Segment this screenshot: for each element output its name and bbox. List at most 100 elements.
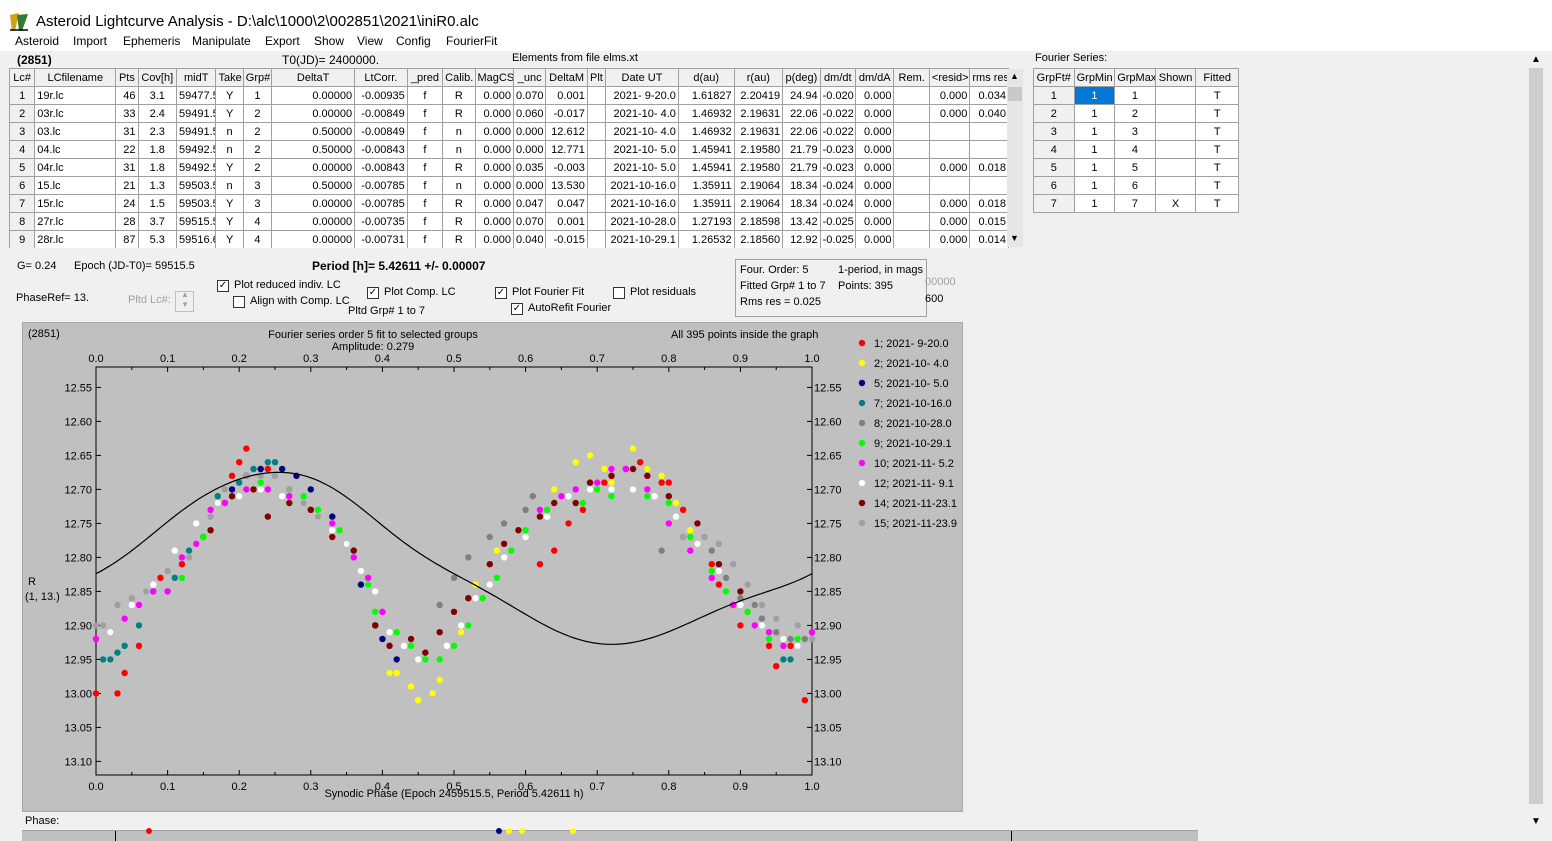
lightcurve-svg[interactable]: (2851) Fourier series order 5 fit to sele… bbox=[23, 323, 962, 811]
lc-cell[interactable]: 21.79 bbox=[782, 158, 821, 177]
lc-cell[interactable]: 0.000 bbox=[855, 122, 895, 141]
fourier-table-row[interactable]: 414 T bbox=[1033, 140, 1239, 159]
spinner-down-icon[interactable]: ▼ bbox=[181, 300, 189, 309]
lc-cell[interactable]: -0.023 bbox=[819, 140, 857, 159]
lc-cell[interactable]: 28r.lc bbox=[34, 230, 117, 248]
fourier-cell[interactable] bbox=[1154, 104, 1197, 123]
lc-cell[interactable]: 0.000 bbox=[855, 194, 895, 213]
lc-cell[interactable]: 2021-10- 5.0 bbox=[605, 140, 679, 159]
lc-cell[interactable]: 1.8 bbox=[137, 158, 177, 177]
lc-cell[interactable]: 28 bbox=[115, 212, 139, 231]
lc-cell[interactable]: 0.00000 bbox=[271, 194, 356, 213]
align-comp-checkbox[interactable] bbox=[233, 296, 245, 308]
fourier-cell[interactable]: T bbox=[1195, 86, 1239, 105]
lc-cell[interactable]: 59492.5 bbox=[175, 140, 217, 159]
lc-cell[interactable]: n bbox=[442, 176, 476, 195]
lc-cell[interactable]: 0.000 bbox=[474, 230, 514, 248]
lc-cell[interactable] bbox=[893, 86, 930, 105]
lc-cell[interactable]: 12.771 bbox=[545, 140, 588, 159]
fourier-cell[interactable] bbox=[1154, 140, 1197, 159]
window-scroll-up-icon[interactable]: ▲ bbox=[1531, 54, 1541, 65]
lc-cell[interactable]: 0.060 bbox=[512, 104, 547, 123]
menu-manipulate[interactable]: Manipulate bbox=[192, 33, 251, 50]
scroll-up-arrow-icon[interactable]: ▲ bbox=[1010, 71, 1019, 81]
lc-cell[interactable]: R bbox=[442, 212, 476, 231]
lc-cell[interactable] bbox=[586, 86, 607, 105]
lc-cell[interactable]: 2.4 bbox=[137, 104, 177, 123]
lc-cell[interactable]: 1 bbox=[242, 86, 273, 105]
lc-cell[interactable]: 15r.lc bbox=[34, 194, 117, 213]
fourier-cell[interactable]: 1 bbox=[1033, 86, 1075, 105]
lc-cell[interactable]: 2 bbox=[242, 140, 273, 159]
lc-cell[interactable]: 1.27193 bbox=[677, 212, 735, 231]
lc-cell[interactable]: Y bbox=[215, 194, 244, 213]
lc-cell[interactable]: 0.034 bbox=[969, 86, 1009, 105]
lc-cell[interactable]: 8 bbox=[9, 212, 36, 231]
lc-col-header[interactable]: Rem. bbox=[893, 68, 930, 87]
lc-cell[interactable]: 1.46932 bbox=[677, 122, 735, 141]
lc-cell[interactable]: 13.530 bbox=[545, 176, 588, 195]
lc-col-header[interactable]: Date UT bbox=[605, 68, 679, 87]
lc-cell[interactable]: -0.025 bbox=[819, 212, 857, 231]
lc-cell[interactable]: 31 bbox=[115, 122, 139, 141]
lc-cell[interactable]: f bbox=[406, 230, 444, 248]
fourier-cell[interactable]: T bbox=[1195, 122, 1239, 141]
lc-cell[interactable]: 1.26532 bbox=[677, 230, 735, 248]
fourier-cell[interactable]: 4 bbox=[1114, 140, 1156, 159]
lc-cell[interactable]: 2021-10-28.0 bbox=[605, 212, 679, 231]
lc-cell[interactable]: 2 bbox=[9, 104, 36, 123]
fourier-cell[interactable]: 1 bbox=[1073, 122, 1116, 141]
lc-cell[interactable]: 4 bbox=[242, 212, 273, 231]
lc-cell[interactable]: 21.79 bbox=[782, 140, 821, 159]
lc-cell[interactable] bbox=[928, 122, 971, 141]
lc-col-header[interactable]: Calib. bbox=[442, 68, 476, 87]
lc-cell[interactable]: f bbox=[406, 86, 444, 105]
lc-cell[interactable]: 12.612 bbox=[545, 122, 588, 141]
lc-table-row[interactable]: 7 15r.lc 24 1.5 59503.5 Y 3 0.00000 -0.00785 f R 0.… bbox=[9, 194, 1009, 213]
lc-cell[interactable]: 3 bbox=[242, 176, 273, 195]
lc-cell[interactable]: 3.1 bbox=[137, 86, 177, 105]
fourier-cell[interactable]: 1 bbox=[1073, 86, 1116, 105]
lc-cell[interactable] bbox=[928, 176, 971, 195]
lc-col-header[interactable]: _unc bbox=[512, 68, 547, 87]
lc-cell[interactable]: 1.3 bbox=[137, 176, 177, 195]
lc-cell[interactable]: n bbox=[215, 140, 244, 159]
menu-fourierfit[interactable]: FourierFit bbox=[446, 33, 497, 50]
lc-cell[interactable]: 0.000 bbox=[928, 86, 971, 105]
lc-cell[interactable]: -0.023 bbox=[819, 158, 857, 177]
lc-cell[interactable]: -0.00843 bbox=[354, 140, 408, 159]
lc-cell[interactable]: 59491.5 bbox=[175, 104, 217, 123]
lc-cell[interactable]: 0.000 bbox=[855, 158, 895, 177]
lc-cell[interactable]: 4 bbox=[9, 140, 36, 159]
lc-cell[interactable] bbox=[586, 158, 607, 177]
lc-cell[interactable]: 0.00000 bbox=[271, 86, 356, 105]
lc-cell[interactable]: 03r.lc bbox=[34, 104, 117, 123]
lc-cell[interactable]: 0.018 bbox=[969, 194, 1009, 213]
lc-cell[interactable]: 03.lc bbox=[34, 122, 117, 141]
lc-cell[interactable]: 31 bbox=[115, 158, 139, 177]
lc-cell[interactable]: -0.00849 bbox=[354, 104, 408, 123]
fourier-cell[interactable]: 1 bbox=[1073, 194, 1116, 213]
lc-col-header[interactable]: LCfilename bbox=[34, 68, 117, 87]
fourier-cell[interactable]: T bbox=[1195, 176, 1239, 195]
lc-cell[interactable]: 0.50000 bbox=[271, 176, 356, 195]
window-scroll-thumb[interactable] bbox=[1529, 68, 1543, 804]
lc-cell[interactable]: 59503.5 bbox=[175, 176, 217, 195]
lc-cell[interactable] bbox=[928, 140, 971, 159]
lc-cell[interactable]: 0.000 bbox=[928, 104, 971, 123]
lc-cell[interactable]: R bbox=[442, 230, 476, 248]
lc-cell[interactable]: 1.8 bbox=[137, 140, 177, 159]
lc-cell[interactable]: 59515.5 bbox=[175, 212, 217, 231]
fourier-cell[interactable]: 1 bbox=[1073, 176, 1116, 195]
lc-cell[interactable]: 0.00000 bbox=[271, 104, 356, 123]
lc-cell[interactable]: 15.lc bbox=[34, 176, 117, 195]
fourier-cell[interactable]: T bbox=[1195, 158, 1239, 177]
lc-cell[interactable]: 59491.5 bbox=[175, 122, 217, 141]
lc-cell[interactable]: 0.50000 bbox=[271, 122, 356, 141]
lc-cell[interactable]: 0.035 bbox=[512, 158, 547, 177]
lc-col-header[interactable]: Cov[h] bbox=[137, 68, 177, 87]
menu-asteroid[interactable]: Asteroid bbox=[15, 33, 59, 50]
lc-cell[interactable]: 2 bbox=[242, 104, 273, 123]
plot-residuals-checkbox[interactable] bbox=[613, 287, 625, 299]
lc-cell[interactable] bbox=[893, 194, 930, 213]
